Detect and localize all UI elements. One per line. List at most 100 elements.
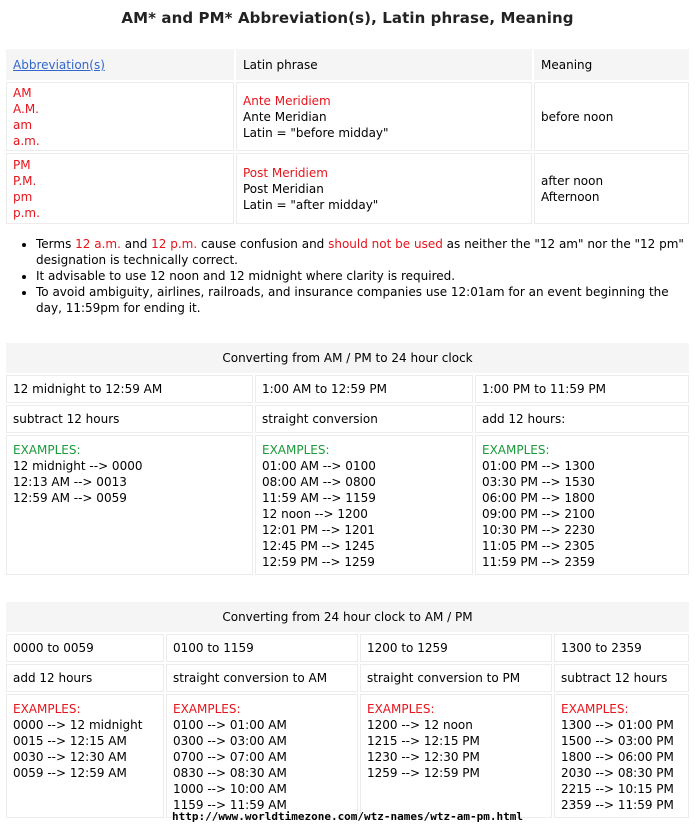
example-line: 06:00 PM --> 1800 (482, 491, 595, 505)
example-line: 0830 --> 08:30 AM (173, 766, 287, 780)
example-line: 0030 --> 12:30 AM (13, 750, 127, 764)
example-line: 1215 --> 12:15 PM (367, 734, 480, 748)
note-item: It advisable to use 12 noon and 12 midni… (36, 268, 686, 284)
example-line: 1800 --> 06:00 PM (561, 750, 674, 764)
examples-cell: EXAMPLES: 1200 --> 12 noon 1215 --> 12:1… (360, 694, 552, 818)
example-line: 0015 --> 12:15 AM (13, 734, 127, 748)
range-cell: 12 midnight to 12:59 AM (6, 375, 253, 403)
range-cell: 1200 to 1259 (360, 634, 552, 662)
range-cell: 1:00 AM to 12:59 PM (255, 375, 473, 403)
example-line: 12:13 AM --> 0013 (13, 475, 127, 489)
range-cell: 1:00 PM to 11:59 PM (475, 375, 689, 403)
note-highlight: 12 a.m. (75, 237, 121, 251)
latin-phrase-red: Ante Meridiem (243, 93, 331, 108)
rule-cell: subtract 12 hours (554, 664, 689, 692)
table-caption: Converting from AM / PM to 24 hour clock (6, 343, 689, 373)
note-text: Terms (36, 237, 76, 251)
example-line: 03:30 PM --> 1530 (482, 475, 595, 489)
example-line: 0300 --> 03:00 AM (173, 734, 287, 748)
example-line: 0100 --> 01:00 AM (173, 718, 287, 732)
latin-phrase-red: Post Meridiem (243, 165, 328, 180)
abbr-item: P.M. (13, 173, 37, 188)
table-caption: Converting from 24 hour clock to AM / PM (6, 602, 689, 632)
example-line: 12:01 PM --> 1201 (262, 523, 375, 537)
example-line: 10:30 PM --> 2230 (482, 523, 595, 537)
example-line: 1300 --> 01:00 PM (561, 718, 674, 732)
header-meaning: Meaning (534, 49, 689, 80)
example-line: 11:59 PM --> 2359 (482, 555, 595, 569)
examples-label: EXAMPLES: (173, 702, 241, 716)
latin-line: Latin = "before midday" (243, 125, 389, 140)
rule-row: subtract 12 hours straight conversion ad… (6, 405, 689, 433)
example-line: 01:00 PM --> 1300 (482, 459, 595, 473)
footer-url: http://www.worldtimezone.com/wtz-names/w… (172, 810, 523, 823)
examples-label: EXAMPLES: (561, 702, 629, 716)
abbr-item: pm (13, 189, 33, 204)
examples-label: EXAMPLES: (262, 443, 330, 457)
example-line: 1200 --> 12 noon (367, 718, 473, 732)
table-caption-row: Converting from 24 hour clock to AM / PM (6, 602, 689, 632)
note-highlight: should not be used (328, 237, 443, 251)
header-abbreviations: Abbreviation(s) (6, 49, 234, 80)
am-latin: Ante Meridiem Ante Meridian Latin = "bef… (236, 82, 532, 151)
rule-row: add 12 hours straight conversion to AM s… (6, 664, 689, 692)
latin-line: Latin = "after midday" (243, 197, 379, 212)
note-text: cause confusion and (197, 237, 329, 251)
examples-label: EXAMPLES: (13, 443, 81, 457)
example-line: 12 midnight --> 0000 (13, 459, 143, 473)
examples-cell: EXAMPLES: 12 midnight --> 0000 12:13 AM … (6, 435, 253, 575)
example-line: 11:05 PM --> 2305 (482, 539, 595, 553)
examples-cell: EXAMPLES: 01:00 AM --> 0100 08:00 AM -->… (255, 435, 473, 575)
examples-row: EXAMPLES: 12 midnight --> 0000 12:13 AM … (6, 435, 689, 575)
example-line: 1500 --> 03:00 PM (561, 734, 674, 748)
examples-cell: EXAMPLES: 0000 --> 12 midnight 0015 --> … (6, 694, 164, 818)
example-line: 09:00 PM --> 2100 (482, 507, 595, 521)
rule-cell: straight conversion to AM (166, 664, 358, 692)
abbr-item: a.m. (13, 133, 40, 148)
header-latin: Latin phrase (236, 49, 532, 80)
range-cell: 1300 to 2359 (554, 634, 689, 662)
am-abbreviations: AM A.M. am a.m. (6, 82, 234, 151)
table-row-pm: PM P.M. pm p.m. Post Meridiem Post Merid… (6, 153, 689, 224)
page: AM* and PM* Abbreviation(s), Latin phras… (0, 0, 695, 828)
note-item: To avoid ambiguity, airlines, railroads,… (36, 284, 686, 316)
notes-list: Terms 12 a.m. and 12 p.m. cause confusio… (14, 236, 686, 316)
abbr-item: PM (13, 157, 31, 172)
latin-line: Ante Meridian (243, 109, 327, 124)
example-line: 12:45 PM --> 1245 (262, 539, 375, 553)
examples-cell: EXAMPLES: 1300 --> 01:00 PM 1500 --> 03:… (554, 694, 689, 818)
abbr-item: A.M. (13, 101, 39, 116)
abbreviation-table: Abbreviation(s) Latin phrase Meaning AM … (4, 47, 691, 226)
meaning-line: Afternoon (541, 189, 600, 204)
rule-cell: add 12 hours (6, 664, 164, 692)
abbreviations-link[interactable]: Abbreviation(s) (13, 58, 105, 72)
table-row-am: AM A.M. am a.m. Ante Meridiem Ante Merid… (6, 82, 689, 151)
abbr-item: p.m. (13, 205, 40, 220)
rule-cell: add 12 hours: (475, 405, 689, 433)
pm-meaning: after noon Afternoon (534, 153, 689, 224)
rule-cell: straight conversion (255, 405, 473, 433)
latin-line: Post Meridian (243, 181, 324, 196)
example-line: 0059 --> 12:59 AM (13, 766, 127, 780)
rule-cell: straight conversion to PM (360, 664, 552, 692)
range-row: 12 midnight to 12:59 AM 1:00 AM to 12:59… (6, 375, 689, 403)
example-line: 12:59 AM --> 0059 (13, 491, 127, 505)
example-line: 2030 --> 08:30 PM (561, 766, 674, 780)
examples-row: EXAMPLES: 0000 --> 12 midnight 0015 --> … (6, 694, 689, 818)
example-line: 01:00 AM --> 0100 (262, 459, 376, 473)
example-line: 1259 --> 12:59 PM (367, 766, 480, 780)
rule-cell: subtract 12 hours (6, 405, 253, 433)
pm-latin: Post Meridiem Post Meridian Latin = "aft… (236, 153, 532, 224)
meaning-line: after noon (541, 173, 604, 188)
from-24-hour-table: Converting from 24 hour clock to AM / PM… (4, 600, 691, 820)
example-line: 1000 --> 10:00 AM (173, 782, 287, 796)
note-highlight: 12 p.m. (151, 237, 198, 251)
page-title: AM* and PM* Abbreviation(s), Latin phras… (121, 9, 574, 27)
pm-abbreviations: PM P.M. pm p.m. (6, 153, 234, 224)
examples-label: EXAMPLES: (367, 702, 435, 716)
example-line: 12:59 PM --> 1259 (262, 555, 375, 569)
examples-label: EXAMPLES: (482, 443, 550, 457)
note-item: Terms 12 a.m. and 12 p.m. cause confusio… (36, 236, 686, 268)
example-line: 2215 --> 10:15 PM (561, 782, 674, 796)
am-meaning: before noon (534, 82, 689, 151)
